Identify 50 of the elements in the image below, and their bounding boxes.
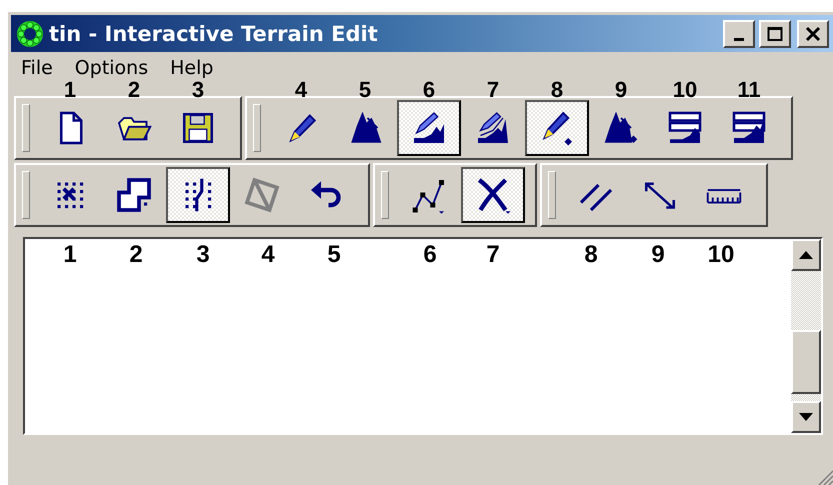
callout-number: 1 — [63, 241, 77, 269]
callout-number: 9 — [651, 241, 665, 269]
callout-number: 5 — [358, 79, 372, 101]
callout-number: 11 — [737, 79, 761, 101]
down-arrow-icon — [799, 413, 813, 421]
scroll-thumb[interactable] — [791, 330, 821, 394]
callout-number: 9 — [614, 79, 628, 101]
toolbar-button[interactable] — [166, 167, 230, 223]
callout-number: 4 — [294, 79, 308, 101]
app-icon — [15, 18, 45, 48]
toolbar-button[interactable] — [525, 100, 589, 156]
callout-number: 7 — [486, 79, 500, 101]
close-button[interactable] — [797, 20, 829, 48]
close-icon — [805, 26, 821, 42]
maximize-icon — [767, 26, 783, 42]
callout-number: 10 — [672, 79, 698, 101]
toolbar-grip[interactable] — [22, 104, 30, 152]
callout-number: 3 — [192, 79, 204, 101]
window-title: tin - Interactive Terrain Edit — [49, 22, 379, 46]
callout-number: 2 — [129, 241, 143, 269]
minimize-icon — [734, 38, 744, 41]
resize-grip[interactable] — [817, 469, 833, 485]
callout-number: 3 — [196, 241, 210, 269]
text-area[interactable]: 1 2 3 4 5 6 7 8 9 10 — [23, 237, 823, 435]
up-arrow-icon — [799, 251, 813, 259]
toolbar-button[interactable] — [461, 167, 525, 223]
callout-number: 1 — [64, 79, 76, 101]
menu-item[interactable]: Help — [170, 59, 214, 78]
scroll-down-button[interactable] — [791, 401, 821, 433]
callout-number: 6 — [423, 241, 437, 269]
callout-number: 8 — [584, 241, 598, 269]
callout-number: 2 — [128, 79, 140, 101]
callout-number: 6 — [422, 79, 436, 101]
toolbar-grip[interactable] — [22, 171, 30, 219]
callout-number: 5 — [327, 241, 341, 269]
menu-item[interactable]: Options — [74, 59, 148, 78]
callout-number: 10 — [708, 241, 734, 269]
toolbar-grip[interactable] — [548, 171, 556, 219]
callout-number: 8 — [550, 79, 564, 101]
toolbar-grip[interactable] — [381, 171, 389, 219]
scroll-up-button[interactable] — [791, 239, 821, 271]
toolbar-button[interactable] — [397, 100, 461, 156]
maximize-button[interactable] — [759, 20, 791, 48]
minimize-button[interactable] — [723, 20, 755, 48]
menu-item[interactable]: File — [21, 59, 53, 78]
callout-number: 4 — [261, 241, 275, 269]
toolbar-grip[interactable] — [253, 104, 261, 152]
step-shape-icon — [114, 175, 154, 215]
scrollbar[interactable] — [791, 239, 821, 433]
callout-number: 7 — [486, 241, 500, 269]
